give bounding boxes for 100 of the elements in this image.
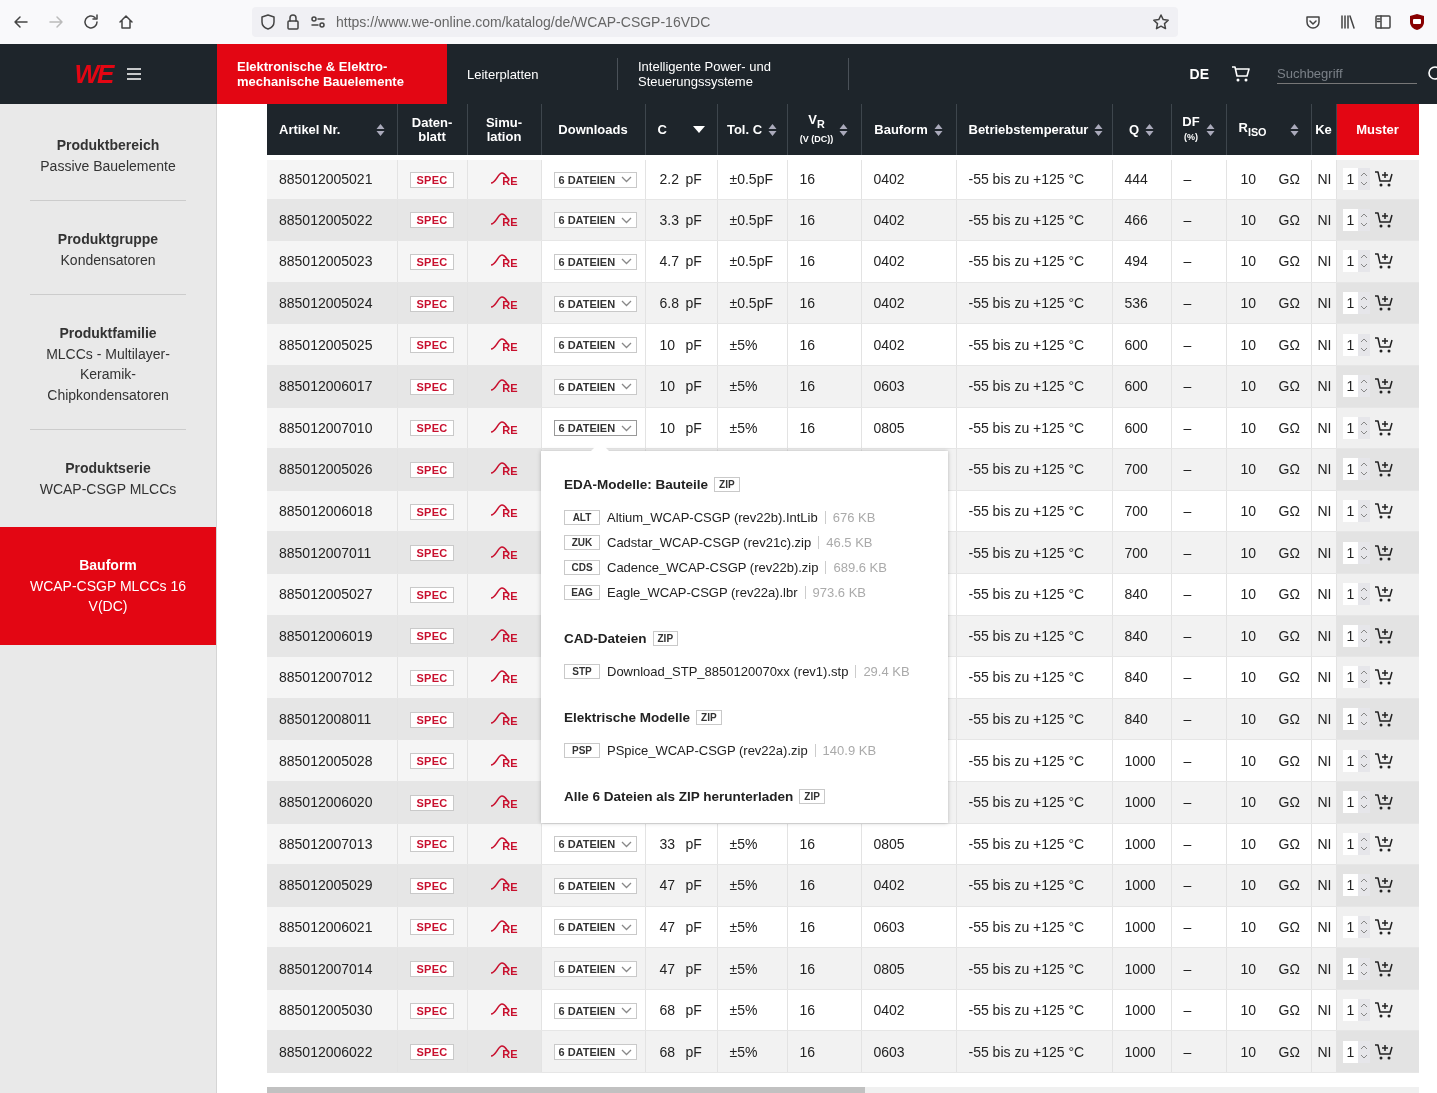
add-to-cart-icon[interactable] — [1374, 543, 1395, 562]
sort-icon[interactable] — [1289, 122, 1299, 137]
search-icon[interactable] — [1425, 65, 1437, 83]
add-to-cart-icon[interactable] — [1374, 710, 1395, 728]
file-link[interactable]: Cadstar_WCAP-CSGP (rev21c).zip — [607, 535, 812, 550]
simulation-link[interactable]: RE — [490, 212, 518, 225]
file-link[interactable]: PSpice_WCAP-CSGP (rev22a).zip — [607, 743, 808, 758]
file-link[interactable]: Eagle_WCAP-CSGP (rev22a).lbr — [607, 585, 798, 600]
add-to-cart-icon[interactable] — [1374, 959, 1395, 978]
simulation-link[interactable]: RE — [490, 628, 518, 641]
quantity-stepper[interactable]: 1 — [1342, 957, 1371, 980]
downloads-dropdown[interactable]: 6 DATEIEN — [553, 378, 638, 395]
sort-icon[interactable] — [375, 122, 385, 137]
datasheet-link[interactable]: SPEC — [410, 919, 454, 936]
nav-tab[interactable]: Leiterplatten — [447, 58, 618, 90]
simulation-link[interactable]: RE — [490, 795, 518, 808]
download-all-link[interactable]: Alle 6 Dateien als ZIP herunterladen — [564, 789, 794, 804]
datasheet-link[interactable]: SPEC — [410, 503, 454, 520]
simulation-link[interactable]: RE — [490, 337, 518, 350]
add-to-cart-icon[interactable] — [1374, 834, 1395, 853]
nav-tab[interactable]: Intelligente Power- und Steuerungssysteme — [618, 58, 849, 90]
zip-download-link[interactable]: ZIP — [799, 789, 825, 804]
quantity-stepper[interactable]: 1 — [1342, 1040, 1371, 1063]
downloads-dropdown[interactable]: 6 DATEIEN — [553, 254, 638, 270]
datasheet-link[interactable]: SPEC — [410, 254, 454, 270]
quantity-stepper[interactable]: 1 — [1342, 666, 1371, 689]
simulation-link[interactable]: RE — [490, 836, 518, 849]
downloads-dropdown[interactable]: 6 DATEIEN — [553, 919, 638, 936]
simulation-link[interactable]: RE — [490, 1044, 518, 1057]
datasheet-link[interactable]: SPEC — [410, 961, 454, 978]
downloads-dropdown[interactable]: 6 DATEIEN — [553, 836, 638, 853]
datasheet-link[interactable]: SPEC — [410, 628, 454, 645]
downloads-dropdown[interactable]: 6 DATEIEN — [553, 877, 638, 894]
quantity-stepper[interactable]: 1 — [1342, 250, 1371, 273]
quantity-stepper[interactable]: 1 — [1342, 999, 1371, 1022]
add-to-cart-icon[interactable] — [1374, 751, 1395, 770]
datasheet-link[interactable]: SPEC — [410, 545, 454, 562]
nav-tab[interactable]: Elektronische & Elektro-mechanische Bauelemente — [217, 44, 447, 104]
zip-download-link[interactable]: ZIP — [696, 710, 722, 725]
datasheet-link[interactable]: SPEC — [410, 337, 454, 354]
simulation-link[interactable]: RE — [490, 254, 518, 267]
breadcrumb-item[interactable]: Produktbereich Passive Bauelemente — [30, 124, 186, 201]
sort-icon[interactable] — [839, 122, 849, 137]
zip-download-link[interactable]: ZIP — [714, 477, 740, 492]
breadcrumb-item[interactable]: Produktfamilie MLCCs - Multilayer-Keramik-Chipkondensatoren — [30, 295, 186, 430]
simulation-link[interactable]: RE — [490, 1003, 518, 1016]
quantity-stepper[interactable]: 1 — [1342, 791, 1371, 814]
quantity-stepper[interactable]: 1 — [1342, 458, 1371, 481]
quantity-stepper[interactable]: 1 — [1342, 208, 1371, 231]
quantity-stepper[interactable]: 1 — [1342, 541, 1371, 564]
sort-icon[interactable] — [1145, 122, 1155, 137]
column-header[interactable]: Q — [1112, 104, 1171, 158]
simulation-link[interactable]: RE — [490, 504, 518, 517]
add-to-cart-icon[interactable] — [1374, 918, 1395, 936]
quantity-stepper[interactable]: 1 — [1342, 624, 1371, 647]
add-to-cart-icon[interactable] — [1374, 502, 1395, 521]
simulation-link[interactable]: RE — [490, 670, 518, 683]
home-icon[interactable] — [117, 13, 135, 31]
downloads-dropdown[interactable]: 6 DATEIEN — [553, 420, 638, 437]
bookmark-star-icon[interactable] — [1152, 13, 1170, 31]
datasheet-link[interactable]: SPEC — [410, 1044, 454, 1061]
simulation-link[interactable]: RE — [490, 920, 518, 932]
horizontal-scrollbar[interactable] — [267, 1087, 1419, 1093]
add-to-cart-icon[interactable] — [1374, 335, 1395, 354]
library-icon[interactable] — [1339, 13, 1357, 31]
simulation-link[interactable]: RE — [490, 587, 518, 600]
add-to-cart-icon[interactable] — [1374, 377, 1395, 396]
add-to-cart-icon[interactable] — [1374, 1001, 1395, 1020]
downloads-dropdown[interactable]: 6 DATEIEN — [553, 171, 638, 188]
cart-icon[interactable] — [1231, 65, 1251, 83]
add-to-cart-icon[interactable] — [1374, 585, 1395, 604]
file-link[interactable]: Altium_WCAP-CSGP (rev22b).IntLib — [607, 510, 818, 525]
column-header[interactable]: Bauform — [861, 104, 956, 158]
address-bar[interactable]: https://www.we-online.com/katalog/de/WCAP-CSGP-16VDC — [252, 7, 1178, 37]
datasheet-link[interactable]: SPEC — [410, 586, 454, 603]
simulation-link[interactable]: RE — [490, 961, 518, 974]
simulation-link[interactable]: RE — [490, 462, 518, 475]
datasheet-link[interactable]: SPEC — [410, 669, 454, 686]
simulation-link[interactable]: RE — [490, 753, 518, 766]
simulation-link[interactable]: RE — [490, 545, 518, 558]
simulation-link[interactable]: RE — [490, 878, 518, 891]
column-header[interactable]: Betriebstemperatur — [956, 104, 1112, 158]
quantity-stepper[interactable]: 1 — [1342, 832, 1371, 855]
quantity-stepper[interactable]: 1 — [1342, 416, 1371, 439]
quantity-stepper[interactable]: 1 — [1342, 874, 1371, 897]
datasheet-link[interactable]: SPEC — [410, 212, 454, 229]
breadcrumb-item[interactable]: Produktserie WCAP-CSGP MLCCs — [30, 430, 186, 527]
sort-descending-icon[interactable] — [692, 126, 705, 133]
datasheet-link[interactable]: SPEC — [410, 1002, 454, 1019]
datasheet-link[interactable]: SPEC — [410, 836, 454, 853]
datasheet-link[interactable]: SPEC — [410, 794, 454, 811]
datasheet-link[interactable]: SPEC — [410, 420, 454, 437]
add-to-cart-icon[interactable] — [1374, 460, 1395, 479]
add-to-cart-icon[interactable] — [1374, 876, 1395, 895]
column-header[interactable]: Artikel Nr. — [267, 104, 397, 158]
add-to-cart-icon[interactable] — [1374, 626, 1395, 645]
breadcrumb-item[interactable]: Produktgruppe Kondensatoren — [30, 201, 186, 295]
file-link[interactable]: Download_STP_8850120070xx (rev1).stp — [607, 664, 849, 679]
downloads-dropdown[interactable]: 6 DATEIEN — [553, 1044, 638, 1061]
datasheet-link[interactable]: SPEC — [410, 378, 454, 395]
